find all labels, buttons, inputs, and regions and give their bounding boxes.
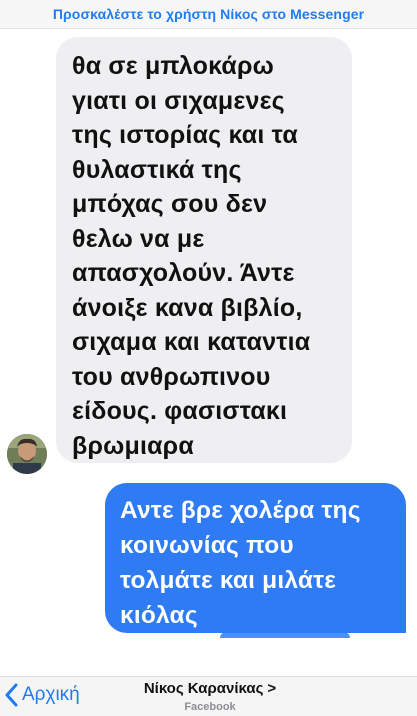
incoming-message-bubble[interactable]: θα σε μπλοκάρω γιατι οι σιχαμενες της ισ…: [56, 37, 352, 463]
contact-subtitle: Facebook: [184, 701, 236, 713]
chevron-right-icon: >: [267, 680, 277, 697]
outgoing-message-peek: [220, 632, 350, 638]
conversation-area: θα σε μπλοκάρω γιατι οι σιχαμενες της ισ…: [0, 29, 417, 639]
back-button[interactable]: Αρχική: [4, 683, 80, 707]
spacer: [0, 639, 417, 669]
avatar[interactable]: [7, 434, 47, 474]
chevron-left-icon: [4, 683, 18, 707]
back-label: Αρχική: [22, 684, 80, 705]
outgoing-message-bubble[interactable]: Αντε βρε χολέρα της κοινωνίας που τολμάτ…: [105, 483, 406, 633]
outgoing-message-text: Αντε βρε χολέρα της κοινωνίας που τολμάτ…: [120, 497, 361, 629]
incoming-message-text: θα σε μπλοκάρω γιατι οι σιχαμενες της ισ…: [72, 52, 311, 460]
avatar-photo: [7, 434, 47, 474]
invite-banner[interactable]: Προσκαλέστε το χρήστη Νίκος στο Messenge…: [0, 0, 417, 29]
contact-header[interactable]: Νίκος Καρανίκας > Facebook: [120, 680, 300, 713]
bottom-navigation-bar: Αρχική Νίκος Καρανίκας > Facebook: [0, 676, 417, 716]
contact-name: Νίκος Καρανίκας: [143, 680, 264, 697]
invite-link[interactable]: Προσκαλέστε το χρήστη Νίκος στο Messenge…: [53, 6, 364, 22]
